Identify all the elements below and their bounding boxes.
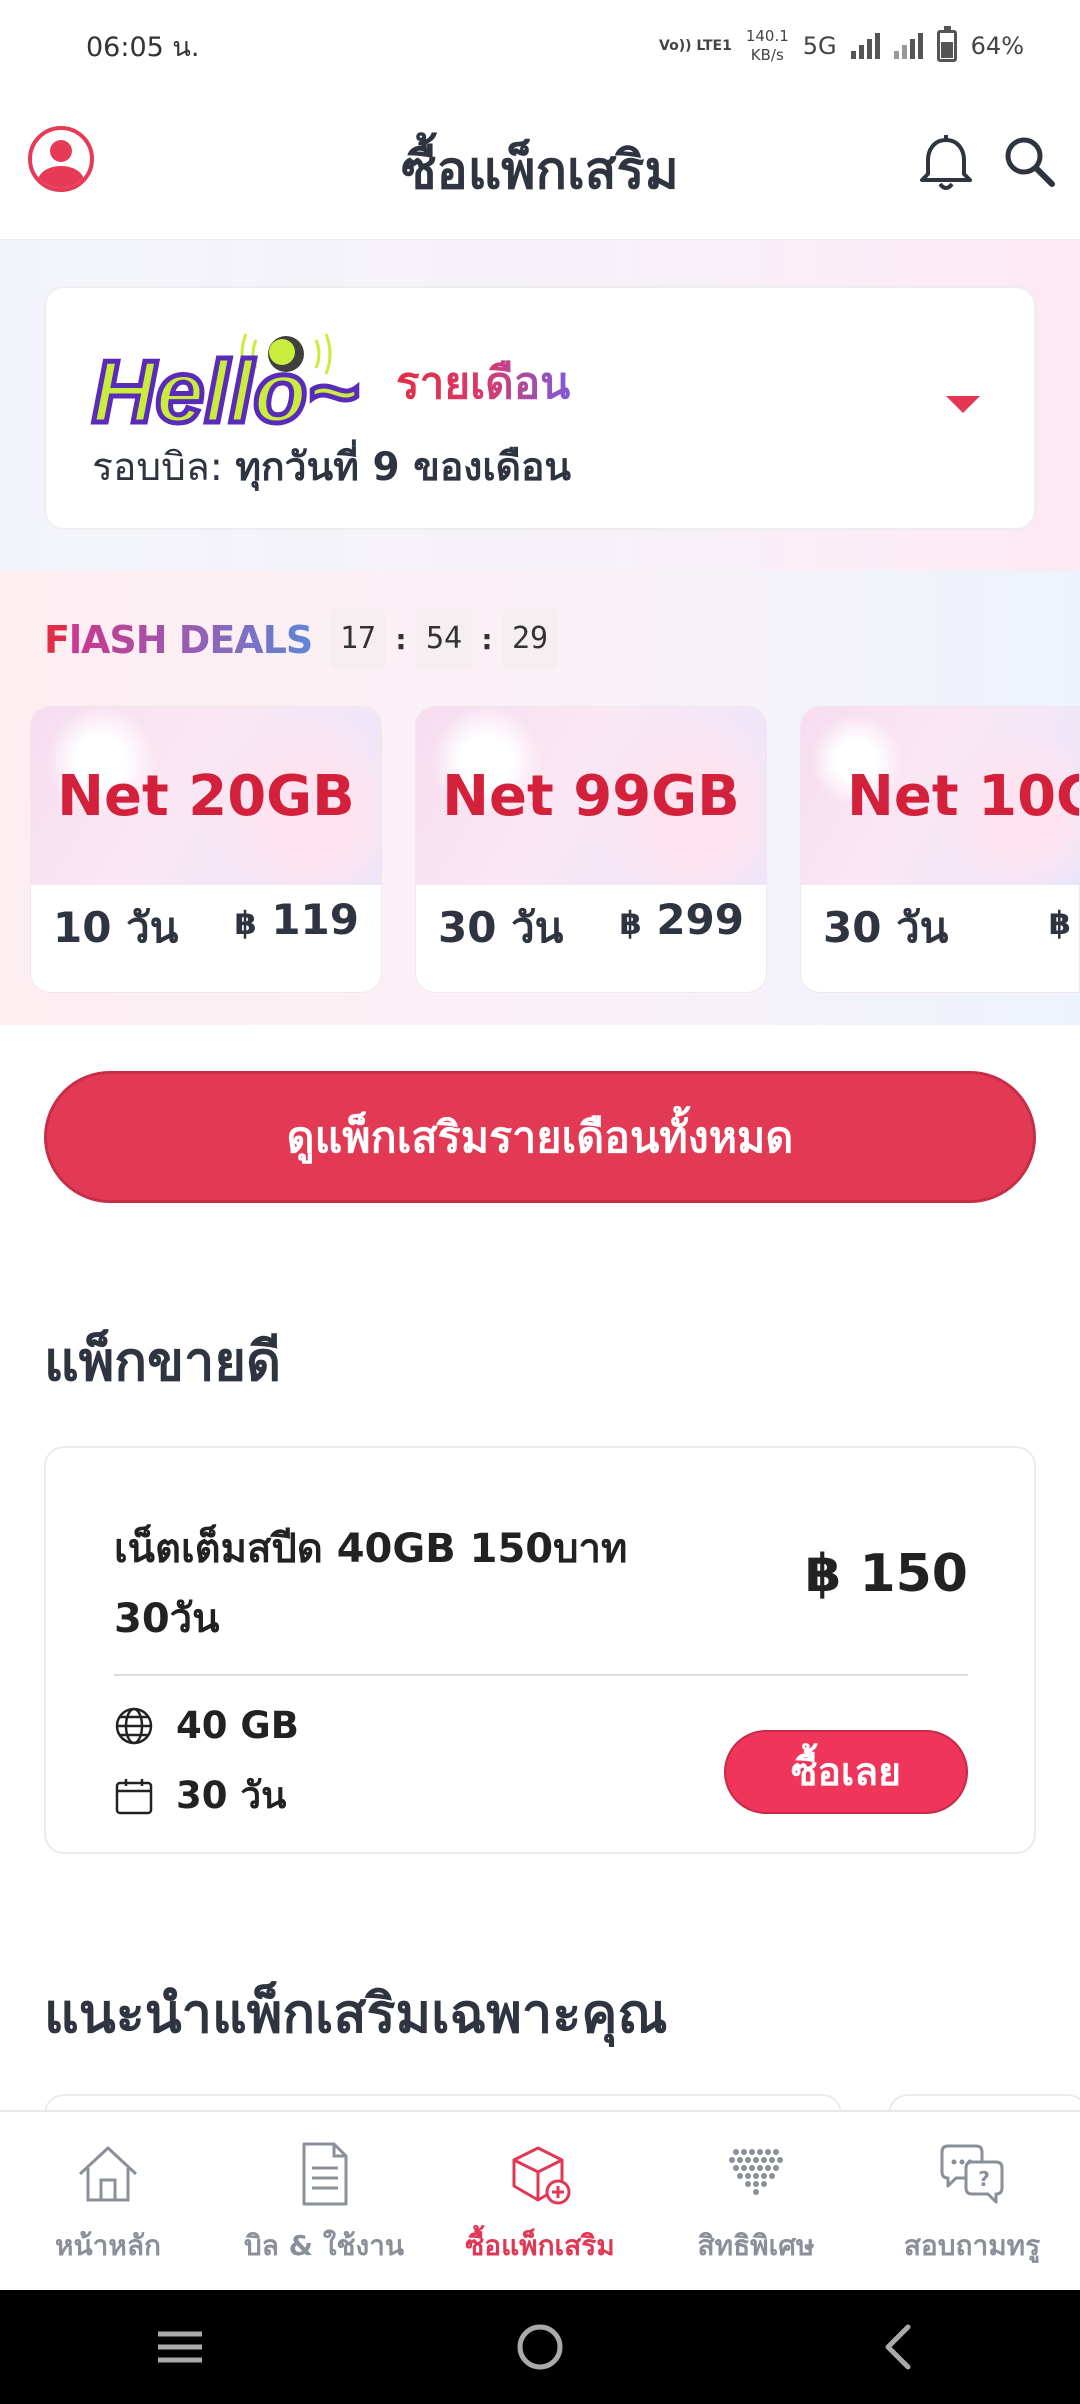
status-time: 06:05 น. (86, 31, 200, 63)
best-seller-title: แพ็กขายดี (44, 1330, 282, 1393)
network-speed-unit: KB/s (750, 46, 784, 64)
best-seller-name: เน็ตเต็มสปีด 40GB 150บาท 30วัน (114, 1526, 628, 1642)
status-bar: 06:05 น. Vo)) LTE1 140.1 KB/s 5G 64% (0, 0, 1080, 92)
data-amount: 40 GB (176, 1704, 299, 1747)
home-icon (78, 2146, 138, 2202)
signal-icon-2 (893, 33, 923, 59)
best-seller-price: ฿ 150 (805, 1544, 968, 1604)
deal-card[interactable]: Net 99GB 30 วัน ฿ 299 (415, 706, 767, 993)
hello-sticker: Hello~ (90, 333, 361, 444)
battery-icon (936, 26, 957, 62)
deal-days: 10 วัน (53, 903, 179, 952)
recent-apps-icon[interactable] (150, 2322, 210, 2372)
timer-sep: : (481, 622, 493, 656)
timer-seconds: 29 (502, 608, 558, 670)
recommend-title: แนะนำแพ็กเสริมเฉพาะคุณ (44, 1982, 668, 2045)
bell-icon[interactable] (914, 132, 978, 196)
deal-price: ฿ 299 (619, 895, 744, 944)
duration-feature: 30 วัน (114, 1766, 286, 1825)
timer-minutes: 54 (416, 608, 472, 670)
deal-name: Net 20GB (57, 763, 355, 829)
nav-privileges[interactable]: สิทธิพิเศษ (648, 2112, 864, 2290)
battery-level: 64% (970, 32, 1024, 60)
nav-buy-addon[interactable]: ซื้อแพ็กเสริม (432, 2112, 648, 2290)
nav-buy-addon-label: ซื้อแพ็กเสริม (465, 2229, 615, 2262)
home-button-icon[interactable] (510, 2317, 570, 2377)
search-icon[interactable] (1000, 132, 1058, 190)
nav-home[interactable]: หน้าหลัก (0, 2112, 216, 2290)
bill-cycle-value: ทุกวันที่ 9 ของเดือน (235, 445, 572, 490)
divider (114, 1674, 968, 1676)
view-all-monthly-packs-button[interactable]: ดูแพ็กเสริมรายเดือนทั้งหมด (44, 1071, 1036, 1203)
dropdown-caret-icon[interactable] (946, 396, 980, 413)
nav-privileges-label: สิทธิพิเศษ (697, 2229, 815, 2262)
current-package-section: รายเดือน Hello~ รอบบิล: ทุกวันที่ 9 ของเ… (0, 240, 1080, 570)
chat-icon: ? (940, 2144, 1004, 2204)
nav-bill[interactable]: บิล & ใช้งาน (216, 2112, 432, 2290)
network-speed-value: 140.1 (745, 27, 789, 45)
bottom-navigation: หน้าหลัก บิล & ใช้งาน ซื้อแพ็กเสริม สิทธ… (0, 2110, 1080, 2290)
nav-ask-true[interactable]: ? สอบถามทรู (864, 2112, 1080, 2290)
timer-hours: 17 (330, 608, 386, 670)
buy-now-button[interactable]: ซื้อเลย (724, 1730, 968, 1814)
deal-name: Net 10GB (847, 763, 1079, 829)
flash-deals-section: FlASH DEALS 17 : 54 : 29 Net 20GB 10 วัน… (0, 570, 1080, 1025)
heart-dots-icon (729, 2149, 783, 2195)
status-icons: Vo)) LTE1 140.1 KB/s 5G 64% (659, 26, 1024, 65)
svg-text:Hello~: Hello~ (92, 342, 359, 441)
nav-bill-label: บิล & ใช้งาน (243, 2229, 405, 2262)
data-feature: 40 GB (114, 1704, 299, 1747)
svg-text:?: ? (978, 2167, 990, 2191)
bill-cycle-label: รอบบิล: (92, 445, 223, 490)
deal-days: 30 วัน (823, 903, 949, 952)
globe-icon (115, 1707, 153, 1744)
network-type: 5G (802, 32, 837, 60)
app-header: ซื้อแพ็กเสริม (0, 92, 1080, 240)
signal-icon (850, 33, 880, 59)
system-navigation-bar (0, 2290, 1080, 2404)
best-seller-card[interactable]: เน็ตเต็มสปีด 40GB 150บาท 30วัน ฿ 150 40 … (44, 1446, 1036, 1854)
network-speed: 140.1 KB/s (746, 27, 789, 65)
deal-price: ฿ (1048, 904, 1071, 942)
bill-icon (302, 2142, 348, 2206)
nav-ask-true-label: สอบถามทรู (903, 2229, 1041, 2262)
package-selector[interactable]: รายเดือน Hello~ รอบบิล: ทุกวันที่ 9 ของเ… (44, 286, 1036, 530)
deal-days: 30 วัน (438, 903, 564, 952)
deal-name: Net 99GB (442, 763, 740, 829)
volte-indicator: Vo)) LTE1 (659, 37, 732, 54)
nav-home-label: หน้าหลัก (55, 2229, 161, 2262)
deal-card[interactable]: Net 10GB 30 วัน ฿ (800, 706, 1080, 993)
calendar-icon (115, 1778, 153, 1814)
back-icon[interactable] (870, 2317, 930, 2377)
flash-deals-title: FlASH DEALS (44, 618, 313, 662)
duration-value: 30 วัน (176, 1774, 287, 1817)
deal-price: ฿ 119 (234, 895, 359, 944)
timer-sep: : (395, 622, 407, 656)
box-add-icon (512, 2146, 571, 2205)
deal-card[interactable]: Net 20GB 10 วัน ฿ 119 (30, 706, 382, 993)
countdown-timer: 17 : 54 : 29 (330, 608, 558, 670)
bill-cycle: รอบบิล: ทุกวันที่ 9 ของเดือน (92, 436, 571, 498)
